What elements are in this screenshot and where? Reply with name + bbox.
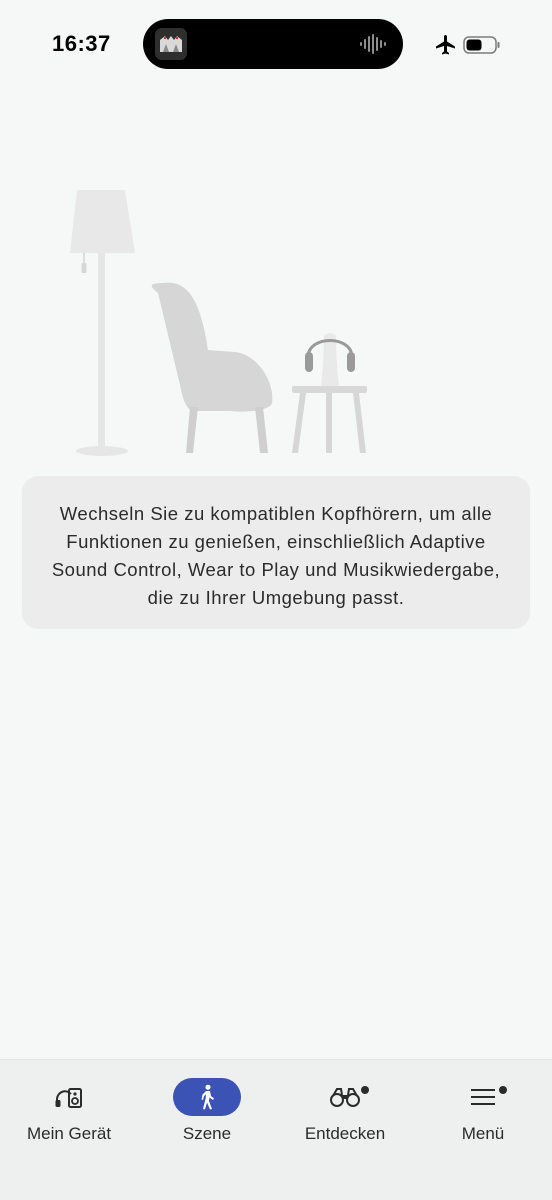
status-time: 16:37 xyxy=(52,31,111,56)
nav-icon-container-active xyxy=(173,1078,241,1116)
nav-label-szene: Szene xyxy=(182,1124,232,1143)
armchair-icon xyxy=(151,282,273,453)
floor-lamp-icon xyxy=(70,190,135,456)
status-bar: 16:37 xyxy=(0,0,552,90)
headphones-speaker-icon xyxy=(55,1088,82,1108)
nav-tab-menue[interactable]: Menü xyxy=(414,1060,552,1170)
audio-waveform-icon xyxy=(360,34,386,54)
nav-icon-container xyxy=(311,1078,379,1116)
room-illustration xyxy=(70,190,367,456)
side-table-icon xyxy=(292,386,367,453)
hamburger-menu-icon xyxy=(471,1089,495,1105)
nav-tab-szene[interactable]: Szene xyxy=(138,1060,276,1170)
notification-badge xyxy=(361,1086,369,1094)
nav-label-entdecken: Entdecken xyxy=(304,1124,386,1143)
dynamic-island[interactable] xyxy=(143,19,403,69)
bottom-navigation-bar: Mein Gerät Szene Entdecken Menü xyxy=(0,1059,552,1200)
nav-icon-container xyxy=(449,1078,517,1116)
compatibility-message: Wechseln Sie zu kompatiblen Kopfhörern, … xyxy=(51,503,501,608)
nav-label-mein-geraet: Mein Gerät xyxy=(26,1124,112,1143)
app-screen: 16:37 Wechseln Sie zu kompatiblen Kopfhö… xyxy=(0,0,552,1200)
notification-badge xyxy=(499,1086,507,1094)
compatibility-info-card: Wechseln Sie zu kompatiblen Kopfhörern, … xyxy=(22,476,530,629)
app-album-art-icon xyxy=(155,28,187,60)
headphones-icon xyxy=(305,333,355,386)
nav-label-menue: Menü xyxy=(461,1124,505,1143)
binoculars-icon xyxy=(330,1088,360,1107)
walking-person-icon xyxy=(201,1084,214,1110)
airplane-mode-icon xyxy=(436,35,455,55)
nav-tab-mein-geraet[interactable]: Mein Gerät xyxy=(0,1060,138,1170)
battery-icon xyxy=(463,36,500,54)
nav-tab-entdecken[interactable]: Entdecken xyxy=(276,1060,414,1170)
nav-icon-container xyxy=(35,1078,103,1116)
